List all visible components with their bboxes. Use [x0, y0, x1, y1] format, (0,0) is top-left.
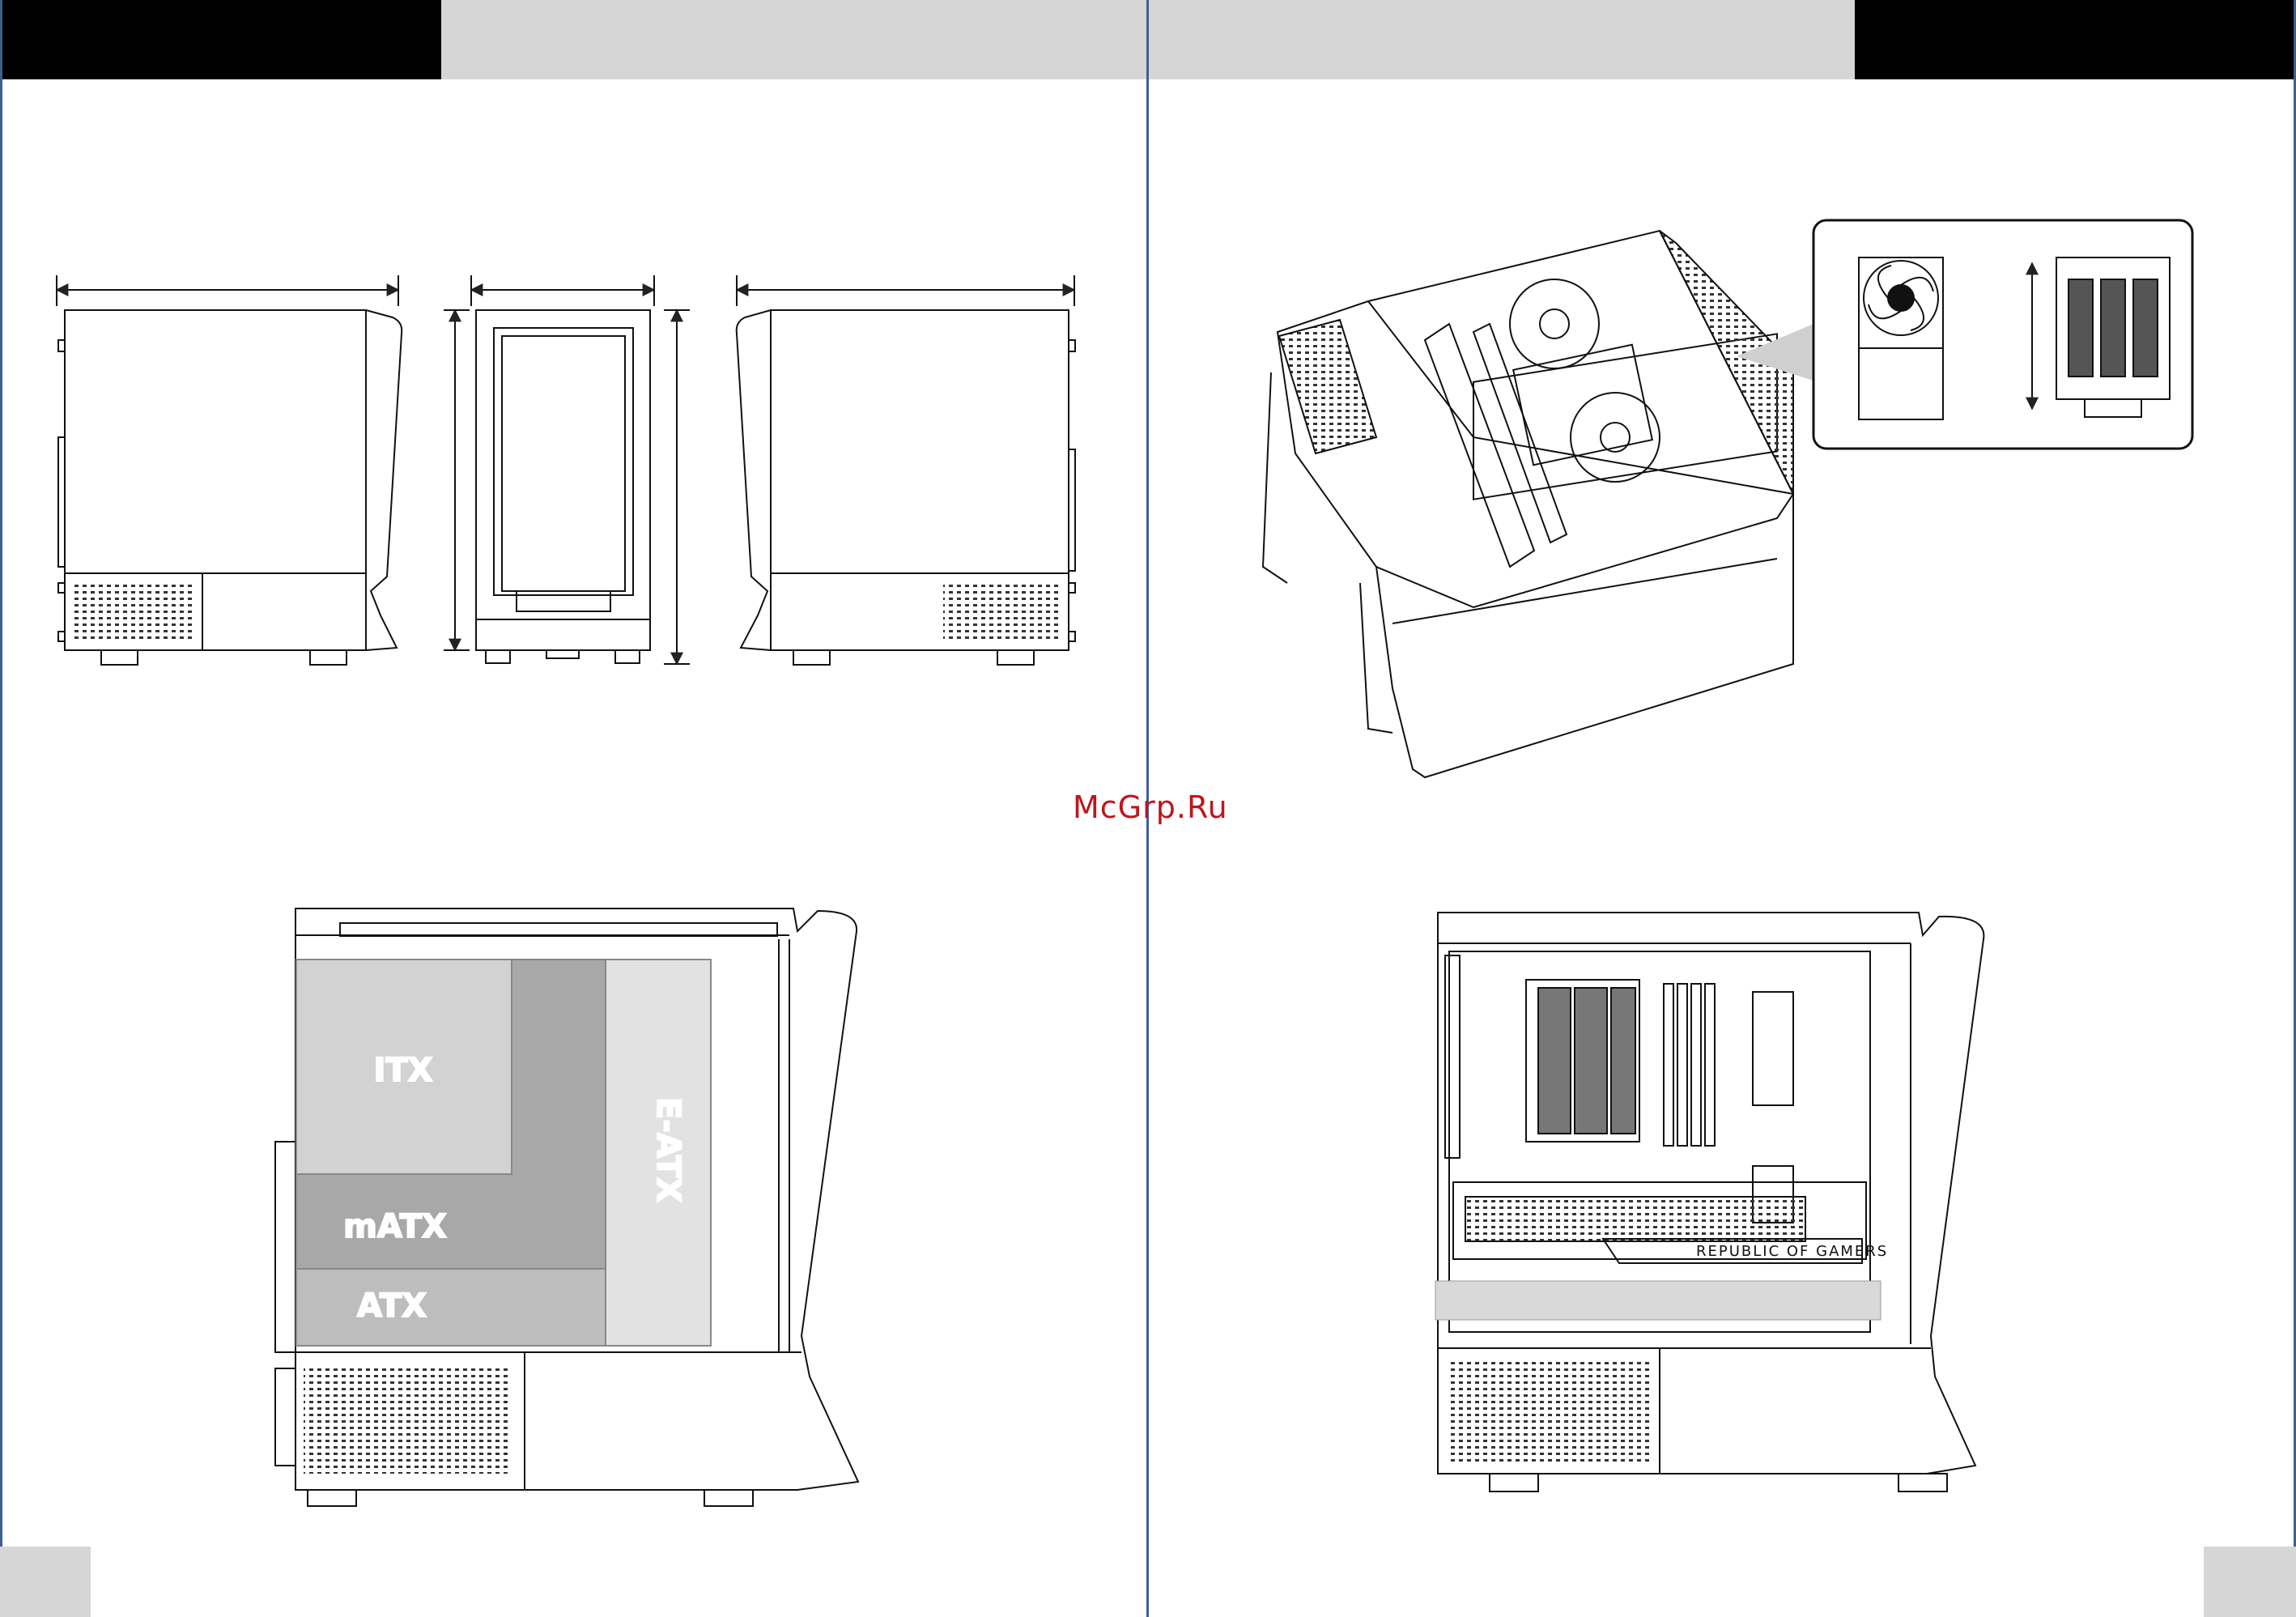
eatx-label: E-ATX	[649, 1097, 687, 1202]
installed-build-view: REPUBLIC OF GAMERS	[1435, 912, 1985, 1492]
gpu-slot-highlight	[1435, 1280, 1881, 1321]
case-front-view	[444, 275, 690, 666]
gpu-brand-label: REPUBLIC OF GAMERS	[1696, 1243, 1888, 1260]
atx-label: ATX	[357, 1287, 427, 1325]
case-side-view-right	[735, 275, 1076, 666]
mb-compatibility-view: ITX mATX ATX E-ATX	[274, 908, 860, 1507]
matx-label: mATX	[343, 1208, 447, 1245]
case-side-view-left	[55, 275, 403, 666]
case-isometric-view	[1261, 229, 1795, 779]
cooler-callout-box	[1812, 219, 2194, 450]
watermark: McGrp.Ru	[1073, 789, 1228, 825]
itx-label: ITX	[373, 1052, 432, 1089]
